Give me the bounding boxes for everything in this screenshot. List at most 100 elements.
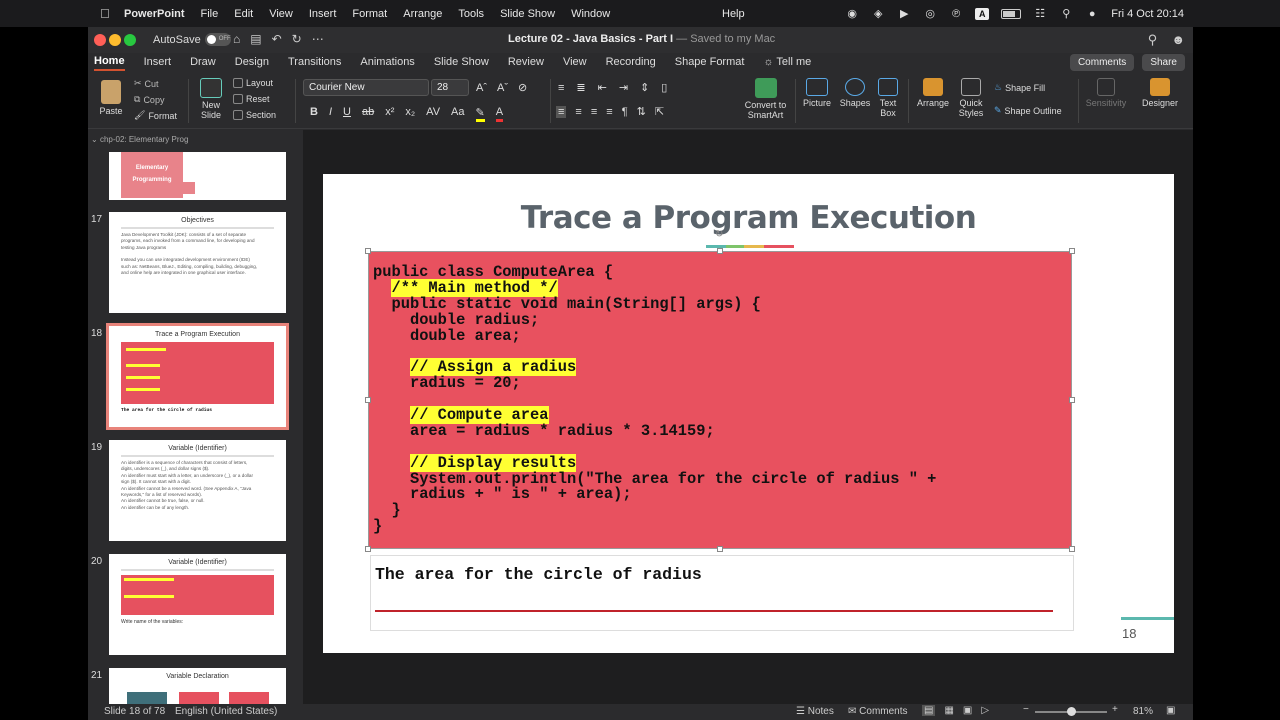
- quick-styles-button[interactable]: Quick Styles: [954, 78, 988, 118]
- font-size-select[interactable]: 28: [431, 79, 469, 96]
- increase-indent-icon[interactable]: ⇥: [619, 81, 628, 94]
- text-box-button[interactable]: Text Box: [875, 78, 901, 118]
- resize-handle[interactable]: [365, 248, 371, 254]
- notes-button[interactable]: ☰ Notes: [796, 706, 834, 717]
- output-box[interactable]: The area for the circle of radius: [370, 555, 1074, 631]
- menu-file[interactable]: File: [201, 8, 219, 20]
- sensitivity-button[interactable]: Sensitivity: [1084, 78, 1128, 108]
- more-icon[interactable]: ⋯: [312, 32, 324, 46]
- italic-icon[interactable]: I: [329, 106, 332, 122]
- align-right-icon[interactable]: ≡: [591, 106, 597, 118]
- numbering-icon[interactable]: ≣: [576, 81, 585, 94]
- thumbnail-variable-identifier[interactable]: Variable (Identifier) An identifier is a…: [109, 440, 286, 541]
- menu-format[interactable]: Format: [352, 8, 387, 20]
- fit-slide-icon[interactable]: ▣: [1166, 705, 1175, 716]
- slide-sorter-icon[interactable]: ▦: [944, 705, 953, 716]
- resize-handle[interactable]: [717, 248, 723, 254]
- menu-help[interactable]: Help: [722, 8, 745, 20]
- decrease-font-icon[interactable]: Aˇ: [497, 82, 508, 94]
- rotate-handle-icon[interactable]: ↻: [715, 229, 723, 240]
- siri-icon[interactable]: ●: [1085, 8, 1099, 20]
- strikethrough-icon[interactable]: ab: [362, 106, 374, 122]
- airdrop-icon[interactable]: ◎: [923, 8, 937, 20]
- menu-view[interactable]: View: [269, 8, 293, 20]
- resize-handle[interactable]: [1069, 248, 1075, 254]
- change-case-icon[interactable]: Aa: [451, 106, 464, 122]
- shape-outline-button[interactable]: ✎ Shape Outline: [994, 105, 1062, 116]
- code-textbox[interactable]: public class ComputeArea { /** Main meth…: [365, 248, 1075, 552]
- reset-button[interactable]: Reset: [233, 94, 270, 104]
- align-text-icon[interactable]: ⇱: [655, 105, 664, 118]
- thumbnail-elementary-programming[interactable]: Elementary Programming: [109, 152, 286, 200]
- menu-window[interactable]: Window: [571, 8, 610, 20]
- code-block[interactable]: public class ComputeArea { /** Main meth…: [373, 264, 936, 535]
- normal-view-icon[interactable]: ▤: [922, 705, 936, 716]
- tab-slide-show[interactable]: Slide Show: [434, 56, 489, 70]
- zoom-out-icon[interactable]: −: [1023, 704, 1029, 715]
- menu-slide-show[interactable]: Slide Show: [500, 8, 555, 20]
- text-direction-icon[interactable]: ⇅: [637, 105, 646, 118]
- section-header[interactable]: ⌄ chp-02: Elementary Prog: [91, 135, 188, 144]
- battery-icon[interactable]: [1001, 8, 1022, 19]
- autosave-control[interactable]: AutoSave OFF: [153, 33, 231, 46]
- section-button[interactable]: Section: [233, 110, 276, 120]
- align-left-icon[interactable]: ≡: [556, 105, 567, 118]
- minimize-window-button[interactable]: [109, 34, 121, 46]
- search-icon[interactable]: ⚲: [1148, 32, 1158, 48]
- resize-handle[interactable]: [1069, 397, 1075, 403]
- designer-button[interactable]: Designer: [1140, 78, 1180, 108]
- tab-home[interactable]: Home: [94, 55, 125, 71]
- code-line[interactable]: radius + " is " + area);: [373, 487, 936, 503]
- bullets-icon[interactable]: ≡: [558, 82, 564, 94]
- thumbnail-objectives[interactable]: Objectives Java Development Toolkit (JDK…: [109, 212, 286, 313]
- shapes-button[interactable]: Shapes: [838, 78, 872, 108]
- close-window-button[interactable]: [94, 34, 106, 46]
- zoom-in-icon[interactable]: +: [1112, 704, 1118, 715]
- code-line[interactable]: radius = 20;: [373, 375, 936, 392]
- convert-smartart-button[interactable]: Convert to SmartArt: [743, 78, 788, 120]
- input-source-icon[interactable]: A: [975, 7, 990, 20]
- subscript-icon[interactable]: x₂: [405, 106, 415, 122]
- zoom-level[interactable]: 81%: [1133, 706, 1153, 717]
- control-center-icon[interactable]: ☷: [1033, 8, 1047, 20]
- bold-icon[interactable]: B: [310, 106, 318, 122]
- highlight-icon[interactable]: ✎: [475, 106, 485, 122]
- code-line[interactable]: }: [373, 502, 936, 519]
- redo-icon[interactable]: ↻: [292, 32, 302, 46]
- align-center-icon[interactable]: ≡: [575, 106, 581, 118]
- thumbnail-trace-program-execution[interactable]: Trace a Program Execution The area for t…: [106, 323, 289, 430]
- menu-arrange[interactable]: Arrange: [403, 8, 442, 20]
- cut-button[interactable]: ✂ Cut: [134, 78, 159, 89]
- justify-icon[interactable]: ≡: [606, 106, 612, 118]
- decrease-indent-icon[interactable]: ⇤: [598, 81, 607, 94]
- tab-shape-format[interactable]: Shape Format: [675, 56, 745, 70]
- tab-view[interactable]: View: [563, 56, 587, 70]
- record-icon[interactable]: ◉: [845, 8, 859, 20]
- spotlight-icon[interactable]: ⚲: [1059, 8, 1073, 20]
- tab-transitions[interactable]: Transitions: [288, 56, 341, 70]
- zoom-slider-knob[interactable]: [1067, 707, 1077, 716]
- menu-edit[interactable]: Edit: [234, 8, 253, 20]
- share-account-icon[interactable]: ☻: [1171, 32, 1185, 48]
- columns-icon[interactable]: ▯: [661, 81, 667, 94]
- increase-font-icon[interactable]: Aˆ: [476, 82, 487, 94]
- paste-button[interactable]: Paste: [96, 80, 126, 116]
- menu-tools[interactable]: Tools: [458, 8, 484, 20]
- bluetooth-icon[interactable]: ℗: [949, 8, 963, 20]
- zoom-slider[interactable]: [1035, 707, 1107, 716]
- autosave-toggle[interactable]: OFF: [204, 33, 231, 46]
- tab-design[interactable]: Design: [235, 56, 269, 70]
- resize-handle[interactable]: [365, 397, 371, 403]
- slide-editing-canvas[interactable]: Trace a Program Execution ↻ public class…: [303, 130, 1193, 704]
- menu-app-name[interactable]: PowerPoint: [124, 8, 185, 20]
- save-icon[interactable]: ▤: [250, 32, 261, 46]
- code-line[interactable]: double area;: [373, 328, 936, 345]
- font-name-select[interactable]: Courier New: [303, 79, 429, 96]
- slide-title[interactable]: Trace a Program Execution: [323, 200, 1174, 236]
- tab-insert[interactable]: Insert: [144, 56, 172, 70]
- reading-view-icon[interactable]: ▣: [963, 705, 972, 716]
- tab-tell-me[interactable]: ☼ Tell me: [763, 56, 811, 70]
- layout-button[interactable]: Layout: [233, 78, 273, 88]
- thumbnail-variable-declaration[interactable]: Variable Declaration: [109, 668, 286, 704]
- new-slide-button[interactable]: New Slide: [196, 78, 226, 120]
